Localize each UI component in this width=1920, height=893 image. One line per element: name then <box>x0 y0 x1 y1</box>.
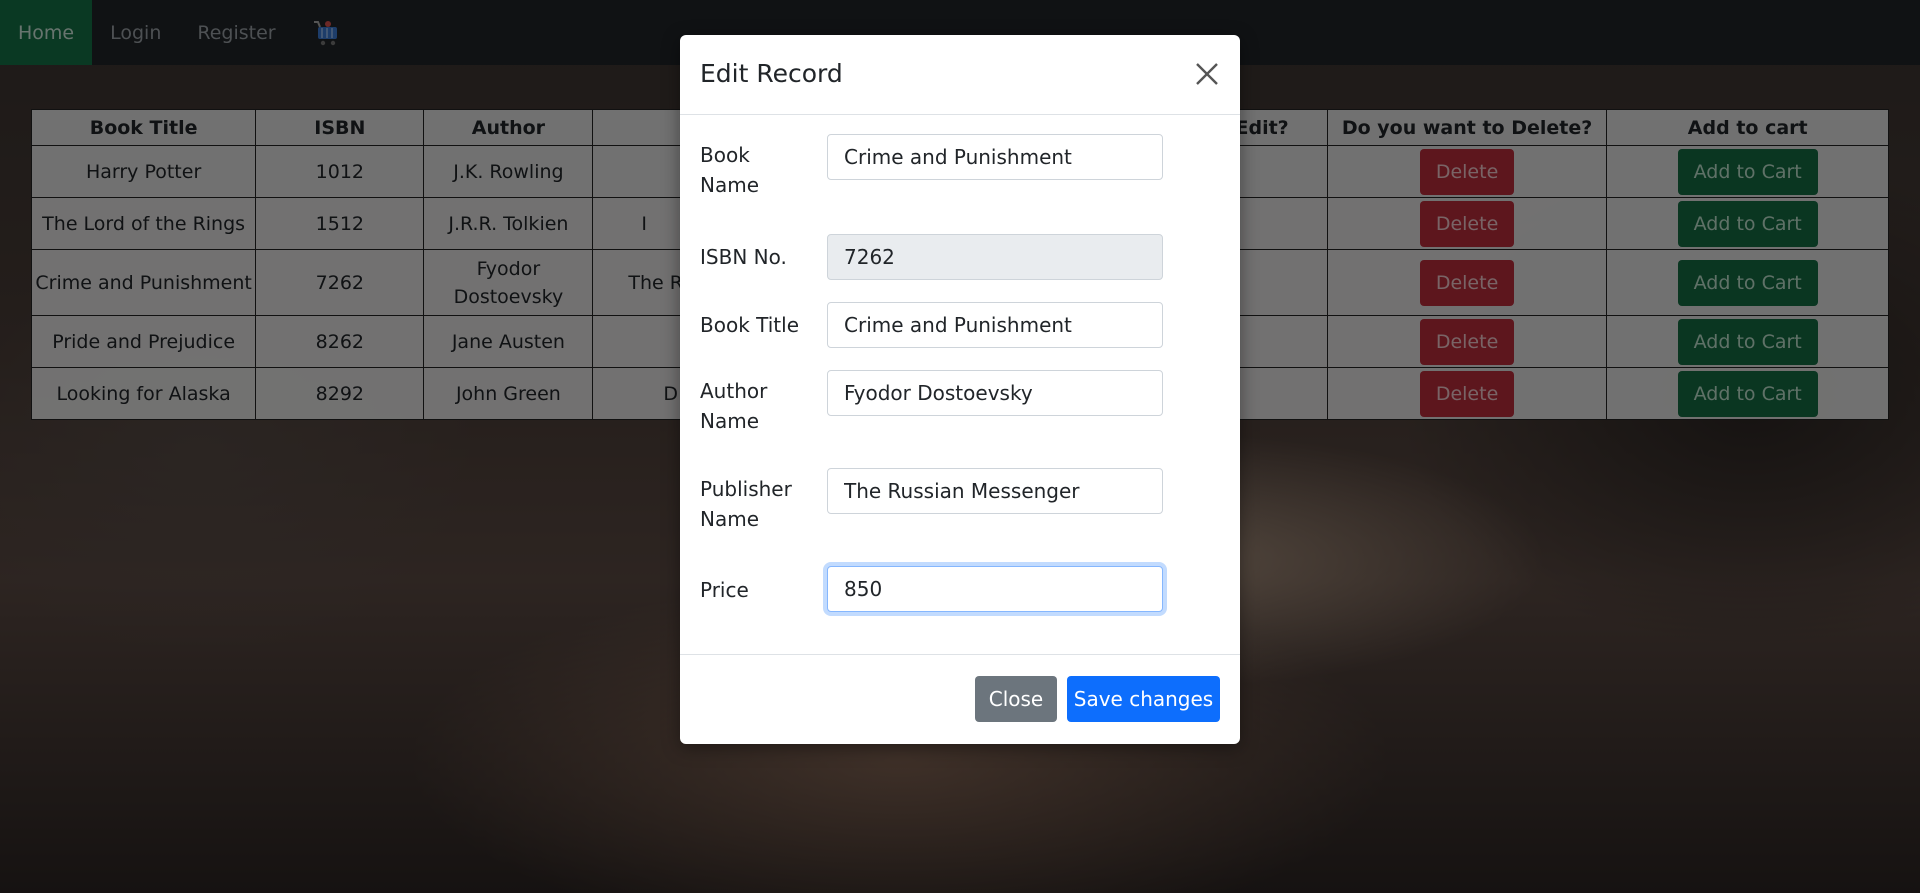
book-name-label: Book Name <box>700 143 760 197</box>
modal-title: Edit Record <box>700 59 843 88</box>
book-name-input[interactable] <box>827 134 1163 180</box>
publisher-name-label: Publisher Name <box>700 477 792 531</box>
isbn-input[interactable] <box>827 234 1163 280</box>
price-input[interactable] <box>827 566 1163 612</box>
author-name-label: Author Name <box>700 379 768 433</box>
isbn-label: ISBN No. <box>700 245 787 269</box>
edit-record-modal: Edit Record Book Name ISBN No. Book Titl… <box>680 35 1240 744</box>
book-title-label: Book Title <box>700 313 799 337</box>
price-label: Price <box>700 578 749 602</box>
close-icon[interactable] <box>1193 60 1221 88</box>
close-button[interactable]: Close <box>975 676 1057 722</box>
modal-header: Edit Record <box>680 35 1240 115</box>
author-name-input[interactable] <box>827 370 1163 416</box>
publisher-name-input[interactable] <box>827 468 1163 514</box>
book-title-input[interactable] <box>827 302 1163 348</box>
save-changes-button[interactable]: Save changes <box>1067 676 1220 722</box>
modal-footer: Close Save changes <box>680 654 1240 745</box>
